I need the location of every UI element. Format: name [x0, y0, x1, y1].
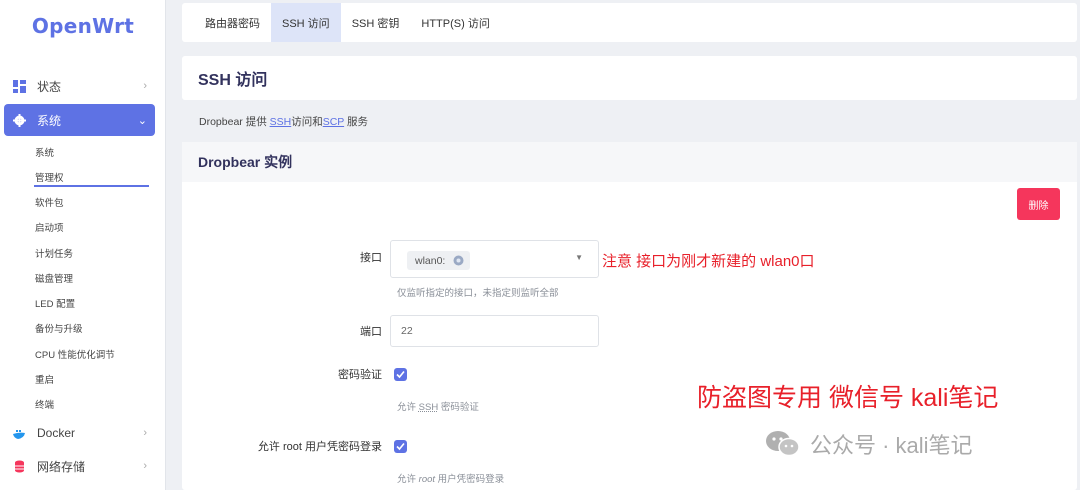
sidebar-subitem-cpu[interactable]: CPU 性能优化调节	[35, 347, 115, 361]
password-auth-hint: 允许 SSH 密码验证	[397, 399, 479, 413]
page-title-box: SSH 访问	[182, 56, 1077, 100]
dashboard-icon	[13, 79, 26, 93]
page-title: SSH 访问	[198, 72, 268, 89]
tab-router-password[interactable]: 路由器密码	[194, 3, 271, 42]
sidebar-subitem-reboot[interactable]: 重启	[35, 372, 54, 386]
storage-icon	[13, 460, 26, 473]
password-auth-checkbox[interactable]	[394, 368, 407, 381]
desc-text: 访问和	[291, 116, 323, 128]
sidebar-subitem-startup[interactable]: 启动项	[35, 220, 64, 234]
chevron-down-icon: ▼	[575, 253, 583, 262]
hint-abbr: SSH	[418, 402, 439, 413]
watermark-text: 公众号 · kali笔记	[810, 433, 973, 458]
sidebar-item-label: 网络存储	[37, 459, 86, 474]
sidebar-subitem-disk[interactable]: 磁盘管理	[35, 271, 73, 285]
sidebar-subitem-backup[interactable]: 备份与升级	[35, 321, 83, 335]
sidebar-item-nas[interactable]: 网络存储 ›	[4, 450, 155, 482]
chevron-right-icon: ›	[143, 80, 147, 92]
sidebar-item-label: Docker	[37, 426, 76, 440]
check-icon	[396, 442, 405, 451]
chevron-down-icon: ⌄	[137, 114, 147, 127]
gear-icon	[13, 113, 26, 127]
watermark-red: 防盗图专用 微信号 kali笔记	[697, 384, 999, 412]
hint-text: 用户凭密码登录	[437, 474, 505, 485]
sidebar-subitem-led[interactable]: LED 配置	[35, 296, 75, 310]
tab-ssh-keys[interactable]: SSH 密钥	[341, 3, 411, 42]
sidebar-subitem-crontab[interactable]: 计划任务	[35, 246, 73, 260]
annotation-note: 注意 接口为刚才新建的 wlan0口	[602, 253, 815, 270]
sidebar-item-label: 系统	[37, 113, 62, 128]
sidebar-subitem-packages[interactable]: 软件包	[35, 195, 64, 209]
desc-text: 服务	[347, 116, 369, 128]
password-auth-label: 密码验证	[338, 369, 382, 381]
sidebar-item-docker[interactable]: Docker ›	[4, 417, 155, 449]
tab-ssh-access[interactable]: SSH 访问	[271, 3, 341, 42]
desc-text: Dropbear 提供	[199, 116, 267, 128]
root-login-checkbox[interactable]	[394, 440, 407, 453]
hint-em: root	[418, 474, 436, 485]
root-login-hint: 允许 root 用户凭密码登录	[397, 471, 504, 485]
wechat-icon	[766, 431, 800, 457]
chevron-right-icon: ›	[143, 460, 147, 472]
delete-button[interactable]: 删除	[1017, 188, 1060, 220]
interface-value: wlan0:	[415, 254, 446, 267]
interface-label: 接口	[360, 252, 382, 264]
port-label: 端口	[360, 326, 382, 338]
port-input[interactable]: 22	[390, 315, 599, 347]
interface-chip: wlan0:	[407, 251, 471, 270]
sidebar-subitem-admin[interactable]: 管理权	[35, 170, 64, 184]
watermark-gray: 公众号 · kali笔记	[764, 428, 973, 460]
sidebar-item-status[interactable]: 状态 ›	[4, 70, 155, 102]
hint-text: 密码验证	[440, 402, 479, 413]
sidebar-subitem-system[interactable]: 系统	[35, 145, 54, 159]
hint-text: 允许	[397, 402, 417, 413]
chevron-right-icon: ›	[143, 427, 147, 439]
scp-link[interactable]: SCP	[323, 116, 344, 128]
docker-whale-icon	[13, 427, 26, 440]
sidebar: OpenWrt 状态 › 系统 ⌄ 系统 管理权 软件包 启动项 计划任务 磁盘…	[0, 0, 166, 490]
interface-hint: 仅监听指定的接口，未指定则监听全部	[397, 288, 559, 299]
tab-bar: 路由器密码 SSH 访问 SSH 密钥 HTTP(S) 访问	[182, 3, 1077, 42]
check-icon	[396, 370, 405, 379]
wireless-network-icon	[453, 255, 464, 266]
interface-select[interactable]: wlan0: ▼	[390, 240, 599, 278]
sidebar-subitem-terminal[interactable]: 终端	[35, 397, 54, 411]
active-subitem-indicator	[34, 185, 149, 187]
page-description: Dropbear 提供 SSH访问和SCP 服务	[199, 114, 368, 129]
openwrt-logo[interactable]: OpenWrt	[0, 14, 166, 38]
root-login-label: 允许 root 用户凭密码登录	[257, 441, 382, 453]
ssh-link[interactable]: SSH	[270, 116, 292, 128]
tab-https-access[interactable]: HTTP(S) 访问	[410, 3, 500, 42]
sidebar-item-label: 状态	[37, 79, 62, 94]
hint-text: 允许	[397, 474, 417, 485]
section-title: Dropbear 实例	[182, 142, 1077, 182]
sidebar-item-system[interactable]: 系统 ⌄	[4, 104, 155, 136]
